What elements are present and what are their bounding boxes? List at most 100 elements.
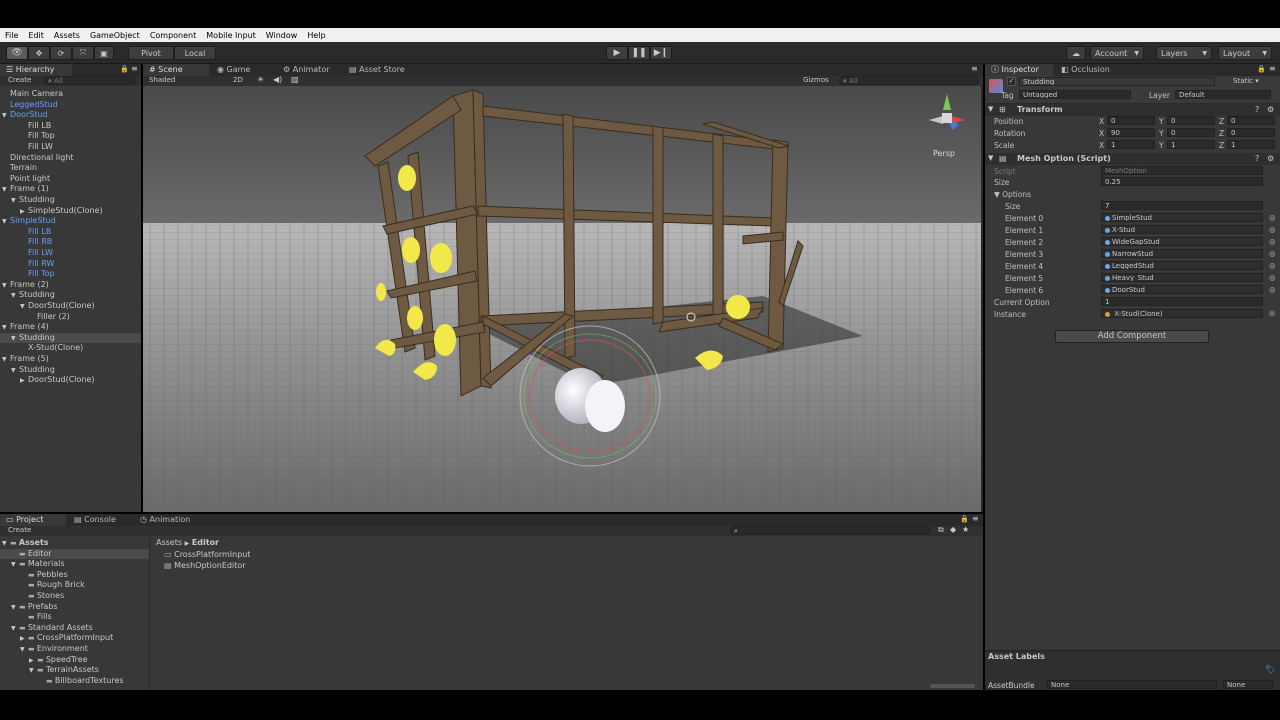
breadcrumb-editor[interactable]: Editor (192, 538, 219, 547)
hierarchy-item[interactable]: Fill Top (0, 131, 141, 142)
transform-z-field[interactable]: 0 (1227, 128, 1275, 137)
hierarchy-item[interactable]: Fill RW (0, 259, 141, 270)
tag-icon[interactable]: 🏷 (1265, 665, 1275, 674)
rect-tool-button[interactable]: ▣ (94, 46, 114, 60)
menu-assets[interactable]: Assets (49, 31, 85, 40)
transform-x-field[interactable]: 90 (1107, 128, 1155, 137)
object-picker-icon[interactable]: ◎ (1269, 309, 1275, 317)
hierarchy-item[interactable]: Fill Top (0, 269, 141, 280)
project-tree-item[interactable]: ▶ ▬ SpeedTree (0, 655, 149, 666)
hierarchy-item[interactable]: ▼ Frame (1) (0, 184, 141, 195)
tag-dropdown[interactable]: Untagged (1019, 90, 1131, 99)
rotate-tool-button[interactable]: ⟳ (50, 46, 72, 60)
menu-file[interactable]: File (0, 31, 23, 40)
project-tree-item[interactable]: ▬ Pebbles (0, 570, 149, 581)
filter-type-icon[interactable]: ⧉ (938, 525, 944, 535)
object-picker-icon[interactable]: ◎ (1269, 237, 1276, 246)
gear-icon[interactable]: ⚙ (1267, 105, 1274, 114)
menu-icon[interactable]: ≡ (972, 514, 979, 523)
hierarchy-item[interactable]: ▼ Frame (4) (0, 322, 141, 333)
pause-button[interactable]: ❚❚ (628, 46, 650, 60)
project-tree-item[interactable]: ▬ Editor (0, 548, 149, 560)
project-tree-item[interactable]: ▼ ▬ Standard Assets (0, 623, 149, 634)
asset-bundle-dropdown[interactable]: None (1047, 680, 1217, 689)
object-picker-icon[interactable]: ◎ (1269, 273, 1276, 282)
step-button[interactable]: ▶❙ (650, 46, 672, 60)
hierarchy-item[interactable]: ▼ Studding (0, 290, 141, 301)
layout-dropdown[interactable]: Layout ▼ (1218, 46, 1272, 60)
transform-z-field[interactable]: 0 (1227, 116, 1275, 125)
hierarchy-item[interactable]: Point light (0, 174, 141, 185)
hierarchy-item[interactable]: Fill LW (0, 248, 141, 259)
audio-icon[interactable]: ◀) (273, 75, 282, 84)
project-tree-item[interactable]: ▬ Stones (0, 591, 149, 602)
file-item[interactable]: ▤ MeshOptionEditor (164, 561, 464, 572)
object-picker-icon[interactable]: ◎ (1269, 213, 1276, 222)
menu-icon[interactable]: ≡ (131, 64, 138, 73)
gear-icon[interactable]: ⚙ (1267, 154, 1274, 163)
hierarchy-item[interactable]: ▼ SimpleStud (0, 216, 141, 227)
options-size-field[interactable]: 7 (1101, 201, 1263, 210)
hierarchy-item[interactable]: Main Camera (0, 89, 141, 100)
axis-label[interactable]: Z (1219, 117, 1224, 126)
account-dropdown[interactable]: Account ▼ (1090, 46, 1144, 60)
project-search-input[interactable]: ⌕ (730, 526, 930, 535)
axis-label[interactable]: X (1099, 129, 1104, 138)
star-icon[interactable]: ★ (962, 525, 969, 534)
gizmos-dropdown[interactable]: Gizmos (803, 76, 829, 84)
tab-asset-store[interactable]: ▤ Asset Store (343, 64, 411, 76)
hierarchy-item[interactable]: ▶ SimpleStud(Clone) (0, 206, 141, 217)
tab-inspector[interactable]: ⓘ Inspector (985, 64, 1053, 76)
element-object-field[interactable]: WideGapStud (1101, 237, 1263, 246)
size-field[interactable]: 0.25 (1101, 177, 1263, 186)
hierarchy-item[interactable]: ▼ Frame (5) (0, 354, 141, 365)
tab-project[interactable]: ▭ Project (0, 514, 66, 526)
scene-search-input[interactable]: ⌕ All (839, 76, 979, 85)
hierarchy-item[interactable]: ▼ Frame (2) (0, 280, 141, 291)
play-button[interactable]: ▶ (606, 46, 628, 60)
current-option-field[interactable]: 1 (1101, 297, 1263, 306)
lock-icon[interactable]: 🔒 (120, 65, 129, 73)
object-name-field[interactable]: Studding (1019, 77, 1215, 86)
object-picker-icon[interactable]: ◎ (1269, 285, 1276, 294)
menu-component[interactable]: Component (145, 31, 201, 40)
hierarchy-item[interactable]: Fill LW (0, 142, 141, 153)
project-tree-item[interactable]: ▬ Fills (0, 612, 149, 623)
hierarchy-item[interactable]: Fill RB (0, 237, 141, 248)
cloud-button[interactable]: ☁ (1066, 46, 1086, 60)
lock-icon[interactable]: 🔒 (1257, 65, 1266, 73)
project-tree-item[interactable]: ▼ ▬ Environment (0, 644, 149, 655)
axis-label[interactable]: Y (1159, 141, 1164, 150)
project-create-button[interactable]: Create (8, 526, 31, 534)
transform-z-field[interactable]: 1 (1227, 140, 1275, 149)
hierarchy-item[interactable]: ▼ Studding (0, 365, 141, 376)
menu-window[interactable]: Window (261, 31, 303, 40)
transform-x-field[interactable]: 1 (1107, 140, 1155, 149)
layer-dropdown[interactable]: Default (1175, 90, 1271, 99)
element-object-field[interactable]: LeggedStud (1101, 261, 1263, 270)
object-picker-icon[interactable]: ◎ (1269, 225, 1276, 234)
tab-animation[interactable]: ◷ Animation (134, 514, 196, 526)
asset-bundle-variant-dropdown[interactable]: None (1223, 680, 1273, 689)
axis-label[interactable]: Z (1219, 129, 1224, 138)
tab-console[interactable]: ▤ Console (68, 514, 122, 526)
move-tool-button[interactable]: ✥ (28, 46, 50, 60)
project-tree-item[interactable]: ▬ BillboardTextures (0, 676, 149, 687)
project-tree-item[interactable]: ▼ ▬ Assets (0, 538, 149, 549)
tab-game[interactable]: ◉ Game (211, 64, 256, 76)
menu-icon[interactable]: ≡ (971, 64, 978, 73)
lock-icon[interactable]: 🔒 (960, 515, 969, 523)
scale-tool-button[interactable]: ⤧ (72, 46, 94, 60)
project-tree-item[interactable]: ▼ ▬ TerrainAssets (0, 665, 149, 676)
axis-label[interactable]: X (1099, 141, 1104, 150)
object-picker-icon[interactable]: ◎ (1269, 249, 1276, 258)
transform-x-field[interactable]: 0 (1107, 116, 1155, 125)
menu-help[interactable]: Help (302, 31, 330, 40)
layers-dropdown[interactable]: Layers ▼ (1156, 46, 1212, 60)
axis-label[interactable]: Z (1219, 141, 1224, 150)
lighting-icon[interactable]: ☀ (257, 75, 264, 84)
transform-y-field[interactable]: 1 (1167, 140, 1215, 149)
hierarchy-search-input[interactable]: ⌕ All (44, 76, 136, 85)
menu-icon[interactable]: ≡ (1269, 64, 1276, 73)
axis-label[interactable]: X (1099, 117, 1104, 126)
